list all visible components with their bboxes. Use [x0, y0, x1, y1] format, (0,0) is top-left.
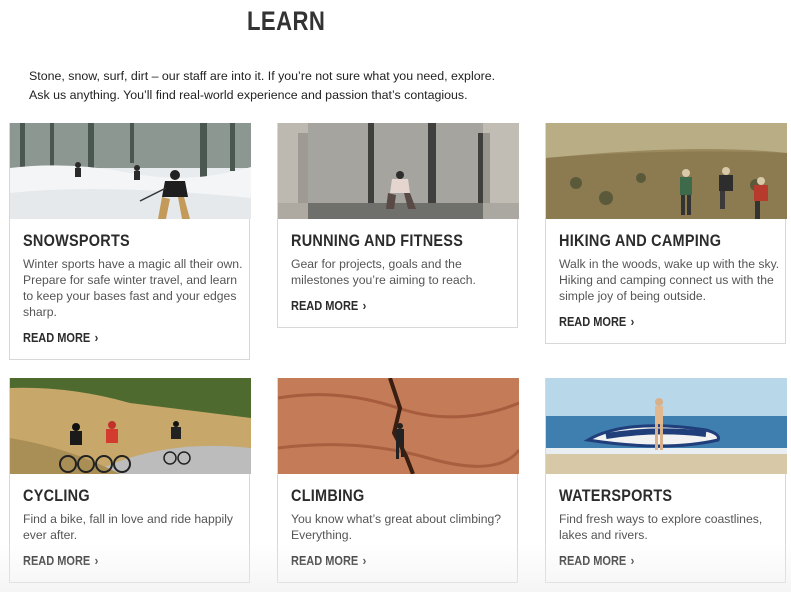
card-description: You know what’s great about climbing? Ev… — [291, 512, 502, 542]
read-more-label: READ MORE — [291, 554, 359, 568]
card-title: RUNNING AND FITNESS — [291, 231, 464, 250]
card-cycling[interactable]: CYCLING Find a bike, fall in love and ri… — [9, 378, 251, 583]
climbing-image[interactable] — [278, 378, 519, 474]
intro-line-1: Stone, snow, surf, dirt – our staff are … — [29, 69, 496, 83]
chevron-right-icon: › — [94, 331, 99, 345]
card-hiking-camping[interactable]: HIKING AND CAMPING Walk in the woods, wa… — [545, 123, 787, 344]
running-fitness-image[interactable] — [278, 123, 519, 219]
card-watersports[interactable]: WATERSPORTS Find fresh ways to explore c… — [545, 378, 787, 583]
watersports-image[interactable] — [546, 378, 787, 474]
intro-line-2: Ask us anything. You’ll find real-world … — [29, 88, 468, 102]
card-description: Gear for projects, goals and the milesto… — [291, 257, 476, 287]
card-title: WATERSPORTS — [559, 486, 673, 505]
card-description: Find a bike, fall in love and ride happi… — [23, 512, 234, 542]
card-description: Walk in the woods, wake up with the sky.… — [559, 257, 780, 303]
read-more-link[interactable]: READ MORE › — [559, 315, 634, 329]
card-title: SNOWSPORTS — [23, 231, 130, 250]
chevron-right-icon: › — [362, 554, 367, 568]
read-more-label: READ MORE — [291, 299, 359, 313]
read-more-label: READ MORE — [23, 331, 91, 345]
read-more-link[interactable]: READ MORE › — [559, 554, 634, 568]
card-description: Find fresh ways to explore coastlines, l… — [559, 512, 763, 542]
chevron-right-icon: › — [630, 554, 635, 568]
read-more-link[interactable]: READ MORE › — [291, 554, 366, 568]
page-title: LEARN — [247, 6, 326, 36]
read-more-link[interactable]: READ MORE › — [23, 554, 98, 568]
chevron-right-icon: › — [630, 315, 635, 329]
read-more-link[interactable]: READ MORE › — [291, 299, 366, 313]
snowsports-image[interactable] — [10, 123, 251, 219]
chevron-right-icon: › — [94, 554, 99, 568]
read-more-link[interactable]: READ MORE › — [23, 331, 98, 345]
card-climbing[interactable]: CLIMBING You know what’s great about cli… — [277, 378, 519, 583]
card-snowsports[interactable]: SNOWSPORTS Winter sports have a magic al… — [9, 123, 251, 360]
learn-page: LEARN Stone, snow, surf, dirt – our staf… — [0, 0, 791, 592]
read-more-label: READ MORE — [559, 554, 627, 568]
read-more-label: READ MORE — [559, 315, 627, 329]
card-running-fitness[interactable]: RUNNING AND FITNESS Gear for projects, g… — [277, 123, 519, 328]
card-title: CLIMBING — [291, 486, 365, 505]
card-title: CYCLING — [23, 486, 90, 505]
hiking-camping-image[interactable] — [546, 123, 787, 219]
intro-text: Stone, snow, surf, dirt – our staff are … — [29, 67, 549, 105]
read-more-label: READ MORE — [23, 554, 91, 568]
chevron-right-icon: › — [362, 299, 367, 313]
cycling-image[interactable] — [10, 378, 251, 474]
card-title: HIKING AND CAMPING — [559, 231, 722, 250]
card-description: Winter sports have a magic all their own… — [23, 257, 243, 319]
